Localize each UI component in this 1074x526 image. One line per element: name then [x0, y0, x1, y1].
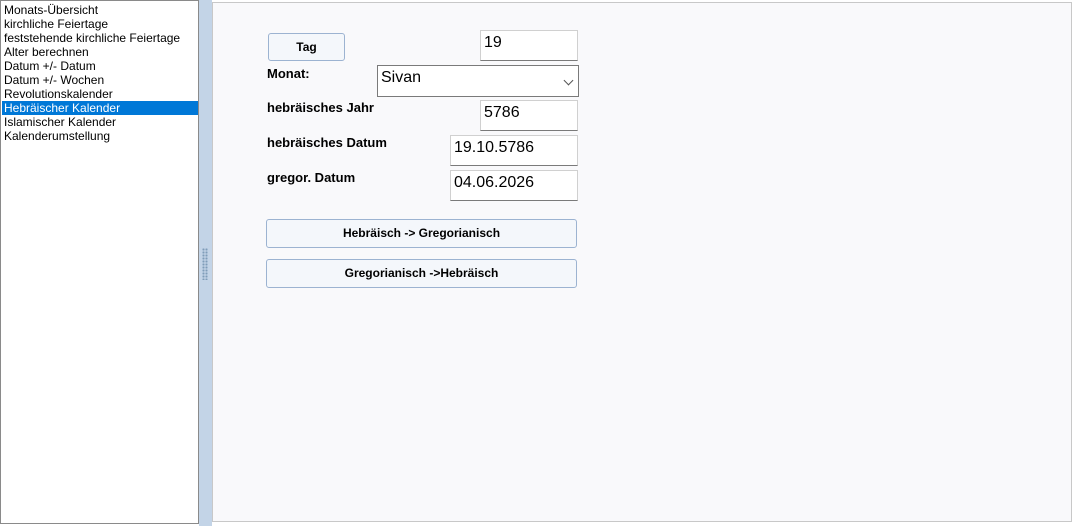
jahr-label: hebräisches Jahr — [267, 100, 374, 115]
panel-splitter[interactable] — [199, 0, 212, 526]
list-item-revolutionskalender[interactable]: Revolutionskalender — [2, 87, 198, 101]
hdatum-label: hebräisches Datum — [267, 135, 387, 150]
tag-field[interactable]: 19 — [480, 30, 578, 61]
monat-select[interactable]: Sivan — [377, 65, 579, 97]
list-item-datum-wochen[interactable]: Datum +/- Wochen — [2, 73, 198, 87]
hebrew-to-gregorian-button[interactable]: Hebräisch -> Gregorianisch — [266, 219, 577, 248]
chevron-down-icon — [563, 75, 574, 86]
list-item-feststehende-feiertage[interactable]: feststehende kirchliche Feiertage — [2, 31, 198, 45]
list-item-kalenderumstellung[interactable]: Kalenderumstellung — [2, 129, 198, 143]
splitter-grip-icon[interactable] — [202, 248, 208, 280]
list-item-hebraeischer-kalender[interactable]: Hebräischer Kalender — [2, 101, 198, 115]
monat-label: Monat: — [267, 66, 310, 81]
list-item-kirchliche-feiertage[interactable]: kirchliche Feiertage — [2, 17, 198, 31]
hdatum-field[interactable]: 19.10.5786 — [450, 135, 578, 166]
tag-button[interactable]: Tag — [268, 33, 345, 61]
monat-select-value: Sivan — [381, 69, 422, 86]
calendar-function-list[interactable]: Monats-Übersicht kirchliche Feiertage fe… — [0, 0, 199, 524]
list-item-alter-berechnen[interactable]: Alter berechnen — [2, 45, 198, 59]
gdatum-field[interactable]: 04.06.2026 — [450, 170, 578, 201]
jahr-field[interactable]: 5786 — [480, 100, 578, 131]
list-item-datum-datum[interactable]: Datum +/- Datum — [2, 59, 198, 73]
list-item-monats-uebersicht[interactable]: Monats-Übersicht — [2, 3, 198, 17]
hebrew-calendar-panel: Tag 19 Monat: Sivan hebräisches Jahr 578… — [212, 2, 1072, 522]
gregorian-to-hebrew-button[interactable]: Gregorianisch ->Hebräisch — [266, 259, 577, 288]
gdatum-label: gregor. Datum — [267, 170, 356, 185]
list-item-islamischer-kalender[interactable]: Islamischer Kalender — [2, 115, 198, 129]
